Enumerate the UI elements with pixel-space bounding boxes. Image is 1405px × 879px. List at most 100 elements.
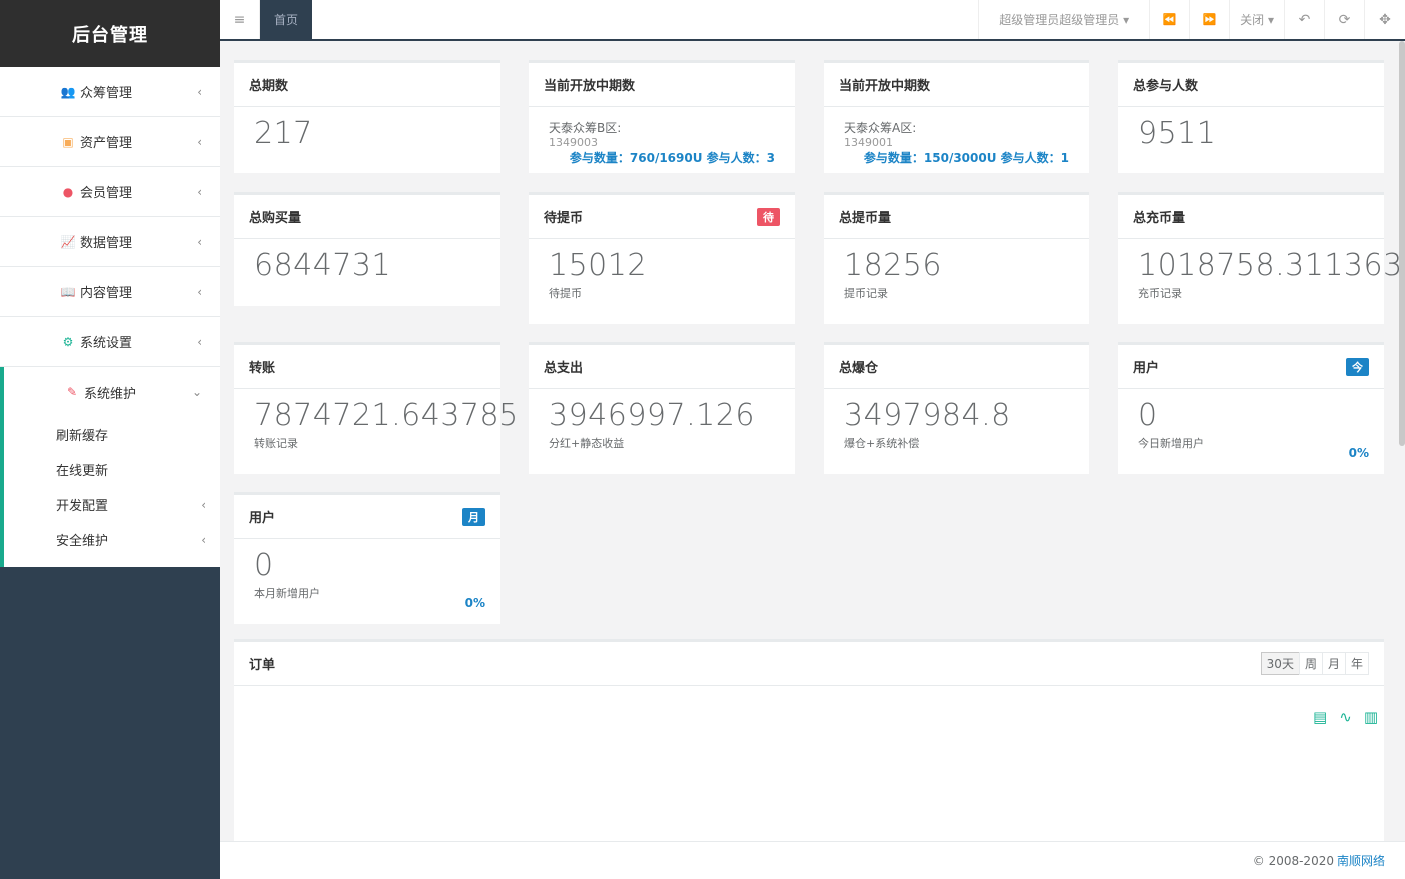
period-name: 天泰众筹A区:	[844, 121, 917, 135]
chevron-left-icon: ‹	[197, 284, 202, 299]
sidebar-item-label: 会员管理	[80, 186, 133, 201]
status-badge: 待	[757, 207, 780, 226]
scrollbar[interactable]	[1399, 41, 1405, 446]
tab-prev-button[interactable]: ⏪	[1150, 0, 1191, 39]
arrows-icon: ✥	[1379, 11, 1391, 28]
sidebar-item-label: 数据管理	[80, 236, 133, 251]
sidebar-item-data[interactable]: 📈 数据管理 ‹	[0, 217, 220, 267]
card-subtitle: 分红+静态收益	[549, 437, 625, 450]
period-number: 1349003	[549, 136, 598, 149]
bar-chart-icon[interactable]: ▥	[1364, 708, 1378, 726]
tab-next-button[interactable]: ⏩	[1190, 0, 1231, 39]
orders-header: 订单 30天 周 月 年	[234, 642, 1384, 686]
sidebar-item-label: 系统设置	[80, 336, 133, 351]
range-button-year[interactable]: 年	[1344, 652, 1369, 675]
card-value: 0	[1138, 398, 1158, 433]
card-subtitle-link[interactable]: 转账记录	[254, 435, 480, 451]
card-total-purchase: 总购买量 6844731	[234, 192, 500, 306]
period-stat: 参与数量：150/3000U 参与人数：1	[863, 151, 1069, 165]
card-value: 1018758.311363	[1138, 248, 1403, 283]
card-subtitle-link[interactable]: 充币记录	[1138, 285, 1364, 301]
card-value: 18256	[844, 248, 942, 283]
card-title: 用户月	[234, 495, 500, 539]
sidebar-item-label: 系统维护	[84, 386, 137, 402]
reply-icon: ↶	[1298, 11, 1311, 28]
card-total-expense: 总支出 3946997.126 分红+静态收益	[529, 342, 795, 474]
sidebar-item-settings[interactable]: ⚙ 系统设置 ‹	[0, 317, 220, 367]
footer-link[interactable]: 南顺网络	[1337, 852, 1385, 869]
sidebar-item-content[interactable]: 📖 内容管理 ‹	[0, 267, 220, 317]
range-button-week[interactable]: 周	[1298, 652, 1323, 675]
copyright: © 2008-2020	[1252, 853, 1334, 868]
card-open-period-a: 当前开放中期数 天泰众筹A区: 1349001 参与数量：150/3000U 参…	[824, 60, 1089, 173]
card-total-periods: 总期数 217	[234, 60, 500, 173]
card-title: 总爆仓	[824, 345, 1089, 389]
chevron-left-icon: ‹	[201, 497, 206, 512]
line-chart-icon: 📈	[60, 234, 76, 249]
sidebar-item-crowdfunding[interactable]: 👥 众筹管理 ‹	[0, 67, 220, 117]
fullscreen-button[interactable]: ✥	[1365, 0, 1405, 39]
user-name: 超级管理员超级管理员	[999, 13, 1120, 27]
refresh-button[interactable]: ⟳	[1325, 0, 1365, 39]
card-title: 当前开放中期数	[824, 63, 1089, 107]
card-open-period-b: 当前开放中期数 天泰众筹B区: 1349003 参与数量：760/1690U 参…	[529, 60, 795, 173]
sidebar-item-assets[interactable]: ▣ 资产管理 ‹	[0, 117, 220, 167]
sidebar-subitem-label: 开发配置	[56, 499, 109, 514]
card-value: 3946997.126	[549, 398, 755, 433]
card-users-month: 用户月 0 本月新增用户 0%	[234, 492, 500, 624]
sidebar-item-maintenance[interactable]: ✎ 系统维护 ⌄	[0, 367, 220, 417]
orders-title: 订单	[249, 658, 276, 673]
sidebar-subitem-online-update[interactable]: 在线更新	[4, 452, 220, 487]
chevron-left-icon: ‹	[197, 84, 202, 99]
chevron-left-icon: ‹	[197, 134, 202, 149]
card-total-participants: 总参与人数 9511	[1118, 60, 1384, 173]
card-total-recharge: 总充币量 1018758.311363 充币记录	[1118, 192, 1403, 324]
close-tabs-dropdown[interactable]: 关闭 ▾	[1230, 0, 1285, 39]
user-dropdown[interactable]: 超级管理员超级管理员 ▾	[978, 0, 1151, 39]
range-button-month[interactable]: 月	[1321, 652, 1346, 675]
chevron-down-icon: ⌄	[191, 385, 202, 399]
card-value: 6844731	[254, 248, 392, 283]
card-subtitle: 本月新增用户	[254, 587, 320, 600]
refresh-icon: ⟳	[1338, 11, 1351, 28]
card-value: 3497984.8	[844, 398, 1011, 433]
close-label: 关闭	[1240, 13, 1265, 27]
data-view-icon[interactable]: ▤	[1313, 708, 1327, 726]
sidebar: 后台管理 👥 众筹管理 ‹ ▣ 资产管理 ‹ ● 会员管理 ‹ 📈 数据管理 ‹…	[0, 0, 220, 879]
period-stat: 参与数量：760/1690U 参与人数：3	[569, 151, 775, 165]
forward-icon: ⏩	[1202, 13, 1217, 26]
sidebar-item-members[interactable]: ● 会员管理 ‹	[0, 167, 220, 217]
sidebar-subitem-dev-config[interactable]: 开发配置 ‹	[4, 487, 220, 522]
card-title: 总参与人数	[1118, 63, 1384, 107]
status-badge: 今	[1346, 357, 1369, 376]
card-title: 总期数	[234, 63, 500, 107]
period-number: 1349001	[844, 136, 893, 149]
sidebar-title: 后台管理	[0, 0, 220, 67]
sidebar-subitem-refresh-cache[interactable]: 刷新缓存	[4, 417, 220, 452]
card-subtitle-link[interactable]: 待提币	[549, 285, 775, 301]
card-total-liquidation: 总爆仓 3497984.8 爆仓+系统补偿	[824, 342, 1089, 474]
line-chart-icon[interactable]: ∿	[1339, 708, 1352, 726]
range-button-group: 30天 周 月 年	[1260, 652, 1369, 675]
percent-change: 0%	[1348, 446, 1369, 460]
sidebar-subitem-label: 刷新缓存	[56, 429, 109, 444]
magic-icon: ✎	[66, 385, 78, 399]
sidebar-subitem-label: 安全维护	[56, 534, 109, 549]
card-title: 总购买量	[234, 195, 500, 239]
sidebar-submenu: 刷新缓存 在线更新 开发配置 ‹ 安全维护 ‹	[0, 417, 220, 567]
tab-label: 首页	[274, 13, 299, 27]
users-icon: 👥	[60, 84, 76, 99]
card-subtitle-link[interactable]: 提币记录	[844, 285, 1069, 301]
tab-home[interactable]: 首页	[260, 0, 313, 39]
card-users-today: 用户今 0 今日新增用户 0%	[1118, 342, 1384, 474]
period-name: 天泰众筹B区:	[549, 121, 622, 135]
menu-toggle-button[interactable]: ≡	[220, 0, 260, 39]
hamburger-icon: ≡	[233, 11, 246, 28]
card-total-withdraw: 总提币量 18256 提币记录	[824, 192, 1089, 324]
tab-strip	[312, 0, 978, 39]
book-icon: 📖	[60, 284, 76, 299]
topbar: ≡ 首页 超级管理员超级管理员 ▾ ⏪ ⏩ 关闭 ▾ ↶ ⟳ ✥	[220, 0, 1405, 41]
back-button[interactable]: ↶	[1285, 0, 1325, 39]
range-button-30d[interactable]: 30天	[1260, 652, 1300, 675]
sidebar-subitem-security[interactable]: 安全维护 ‹	[4, 522, 220, 557]
